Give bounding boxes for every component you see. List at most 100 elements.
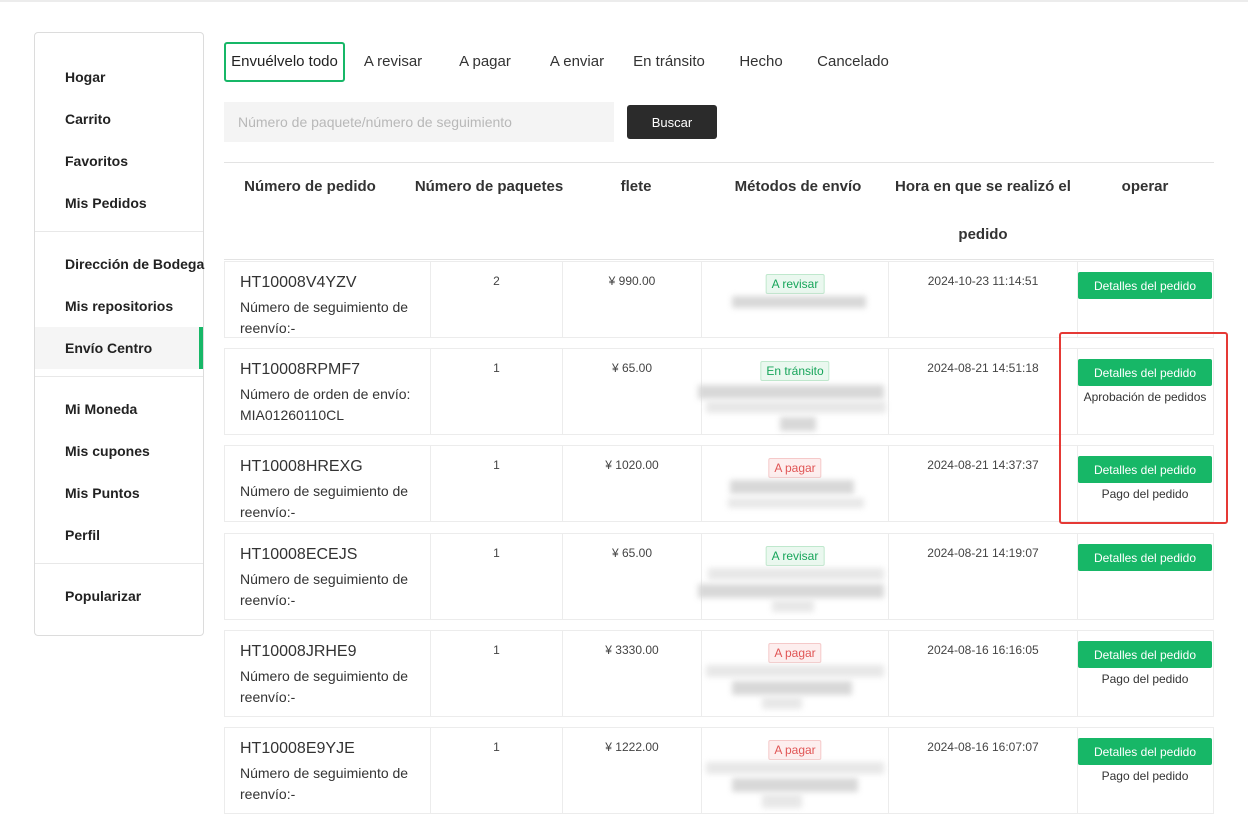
cell-shipping: En tránsito — [698, 349, 889, 434]
header-order-time: Hora en que se realizó el pedido — [888, 163, 1078, 259]
table-row: HT10008E9YJE Número de seguimiento de re… — [224, 727, 1214, 814]
header-operate: operar — [1121, 178, 1169, 195]
table-header-border — [224, 259, 1214, 260]
cell-shipping: A pagar — [702, 728, 889, 813]
tracking-label: Número de orden de envío: MIA01260110CL — [240, 386, 411, 423]
header-order-time-line2: pedido — [958, 226, 1008, 243]
cell-operate: Detalles del pedido Pago del pedido — [1078, 631, 1214, 716]
order-time: 2024-10-23 11:14:51 — [927, 274, 1039, 288]
sidebar-item-perfil[interactable]: Perfil — [35, 514, 203, 556]
sidebar-divider — [35, 231, 203, 232]
redacted-text — [706, 665, 884, 677]
cell-freight: ¥ 1020.00 — [563, 446, 702, 521]
table-row: HT10008HREXG Número de seguimiento de re… — [224, 445, 1214, 522]
header-order-number: Número de pedido — [244, 178, 376, 195]
order-number[interactable]: HT10008V4YZV — [240, 274, 357, 292]
tab-hecho[interactable]: Hecho — [733, 42, 789, 82]
sidebar-item-direccion-bodega[interactable]: Dirección de Bodega — [35, 243, 204, 285]
header-packages: Número de paquetes — [414, 178, 564, 195]
order-time: 2024-08-16 16:07:07 — [927, 740, 1039, 754]
tracking-label: Número de seguimiento de reenvío:- — [240, 483, 409, 520]
cell-operate: Detalles del pedido — [1078, 262, 1214, 337]
tab-a-pagar[interactable]: A pagar — [452, 42, 518, 82]
order-number[interactable]: HT10008RPMF7 — [240, 361, 360, 379]
redacted-text — [708, 568, 884, 580]
sidebar-item-popularizar[interactable]: Popularizar — [35, 575, 203, 617]
cell-operate: Detalles del pedido Pago del pedido — [1078, 446, 1214, 521]
order-approval-link[interactable]: Aprobación de pedidos — [1078, 390, 1212, 404]
sidebar-item-mis-cupones[interactable]: Mis cupones — [35, 430, 203, 472]
package-count: 1 — [493, 643, 500, 657]
freight-amount: ¥ 990.00 — [608, 274, 656, 288]
sidebar: Hogar Carrito Favoritos Mis Pedidos Dire… — [34, 32, 204, 636]
table-row: HT10008ECEJS Número de seguimiento de re… — [224, 533, 1214, 620]
redacted-text — [698, 584, 884, 598]
cell-freight: ¥ 65.00 — [563, 349, 702, 434]
cell-time: 2024-08-16 16:07:07 — [889, 728, 1078, 813]
order-number[interactable]: HT10008JRHE9 — [240, 643, 357, 661]
status-badge: A revisar — [765, 546, 825, 566]
sidebar-item-mis-pedidos[interactable]: Mis Pedidos — [35, 182, 203, 224]
cell-order: HT10008E9YJE Número de seguimiento de re… — [225, 728, 431, 813]
order-payment-link[interactable]: Pago del pedido — [1078, 487, 1212, 501]
sidebar-item-mi-moneda[interactable]: Mi Moneda — [35, 388, 203, 430]
package-count: 1 — [493, 740, 500, 754]
sidebar-item-carrito[interactable]: Carrito — [35, 98, 203, 140]
cell-packages: 1 — [431, 534, 563, 619]
order-details-button[interactable]: Detalles del pedido — [1078, 544, 1212, 571]
cell-shipping: A revisar — [702, 262, 889, 337]
order-number[interactable]: HT10008E9YJE — [240, 740, 355, 758]
table-row: HT10008RPMF7 Número de orden de envío: M… — [224, 348, 1214, 435]
tab-cancelado[interactable]: Cancelado — [811, 42, 895, 82]
cell-packages: 1 — [431, 631, 563, 716]
cell-packages: 1 — [431, 349, 563, 434]
redacted-text — [772, 600, 814, 612]
order-time: 2024-08-16 16:16:05 — [927, 643, 1039, 657]
cell-packages: 1 — [431, 728, 563, 813]
sidebar-item-favoritos[interactable]: Favoritos — [35, 140, 203, 182]
order-details-button[interactable]: Detalles del pedido — [1078, 456, 1212, 483]
order-details-button[interactable]: Detalles del pedido — [1078, 738, 1212, 765]
top-divider — [0, 0, 1248, 2]
sidebar-item-envio-centro[interactable]: Envío Centro — [35, 327, 203, 369]
order-payment-link[interactable]: Pago del pedido — [1078, 769, 1212, 783]
tab-envuelvelo-todo[interactable]: Envuélvelo todo — [224, 42, 345, 82]
tracking-label: Número de seguimiento de reenvío:- — [240, 299, 409, 336]
table-row: HT10008JRHE9 Número de seguimiento de re… — [224, 630, 1214, 717]
cell-time: 2024-08-21 14:37:37 — [889, 446, 1078, 521]
sidebar-item-mis-puntos[interactable]: Mis Puntos — [35, 472, 203, 514]
search-button[interactable]: Buscar — [627, 105, 717, 139]
redacted-text — [762, 794, 802, 808]
redacted-text — [698, 385, 884, 399]
tab-a-enviar[interactable]: A enviar — [543, 42, 611, 82]
order-details-button[interactable]: Detalles del pedido — [1078, 641, 1212, 668]
tracking-label: Número de seguimiento de reenvío:- — [240, 571, 409, 608]
sidebar-item-mis-repositorios[interactable]: Mis repositorios — [35, 285, 203, 327]
order-details-button[interactable]: Detalles del pedido — [1078, 359, 1212, 386]
header-order-time-line1: Hora en que se realizó el — [895, 178, 1071, 195]
tab-en-transito[interactable]: En tránsito — [628, 42, 710, 82]
status-badge: A pagar — [768, 643, 822, 663]
order-payment-link[interactable]: Pago del pedido — [1078, 672, 1212, 686]
header-freight: flete — [620, 178, 652, 195]
order-details-button[interactable]: Detalles del pedido — [1078, 272, 1212, 299]
order-number[interactable]: HT10008HREXG — [240, 458, 363, 476]
search-input[interactable] — [224, 102, 614, 142]
tab-a-revisar[interactable]: A revisar — [356, 42, 430, 82]
freight-amount: ¥ 65.00 — [611, 546, 653, 560]
order-number[interactable]: HT10008ECEJS — [240, 546, 357, 564]
order-time: 2024-08-21 14:19:07 — [927, 546, 1039, 560]
status-badge: A revisar — [765, 274, 825, 294]
status-badge: En tránsito — [760, 361, 830, 381]
cell-shipping: A pagar — [702, 446, 889, 521]
redacted-text — [732, 681, 852, 695]
sidebar-item-hogar[interactable]: Hogar — [35, 56, 203, 98]
redacted-text — [730, 480, 854, 494]
cell-order: HT10008JRHE9 Número de seguimiento de re… — [225, 631, 431, 716]
cell-order: HT10008ECEJS Número de seguimiento de re… — [225, 534, 431, 619]
package-count: 1 — [493, 361, 500, 375]
cell-operate: Detalles del pedido Pago del pedido — [1078, 728, 1214, 813]
cell-time: 2024-08-21 14:19:07 — [889, 534, 1078, 619]
cell-shipping: A pagar — [702, 631, 889, 716]
cell-time: 2024-10-23 11:14:51 — [889, 262, 1078, 337]
